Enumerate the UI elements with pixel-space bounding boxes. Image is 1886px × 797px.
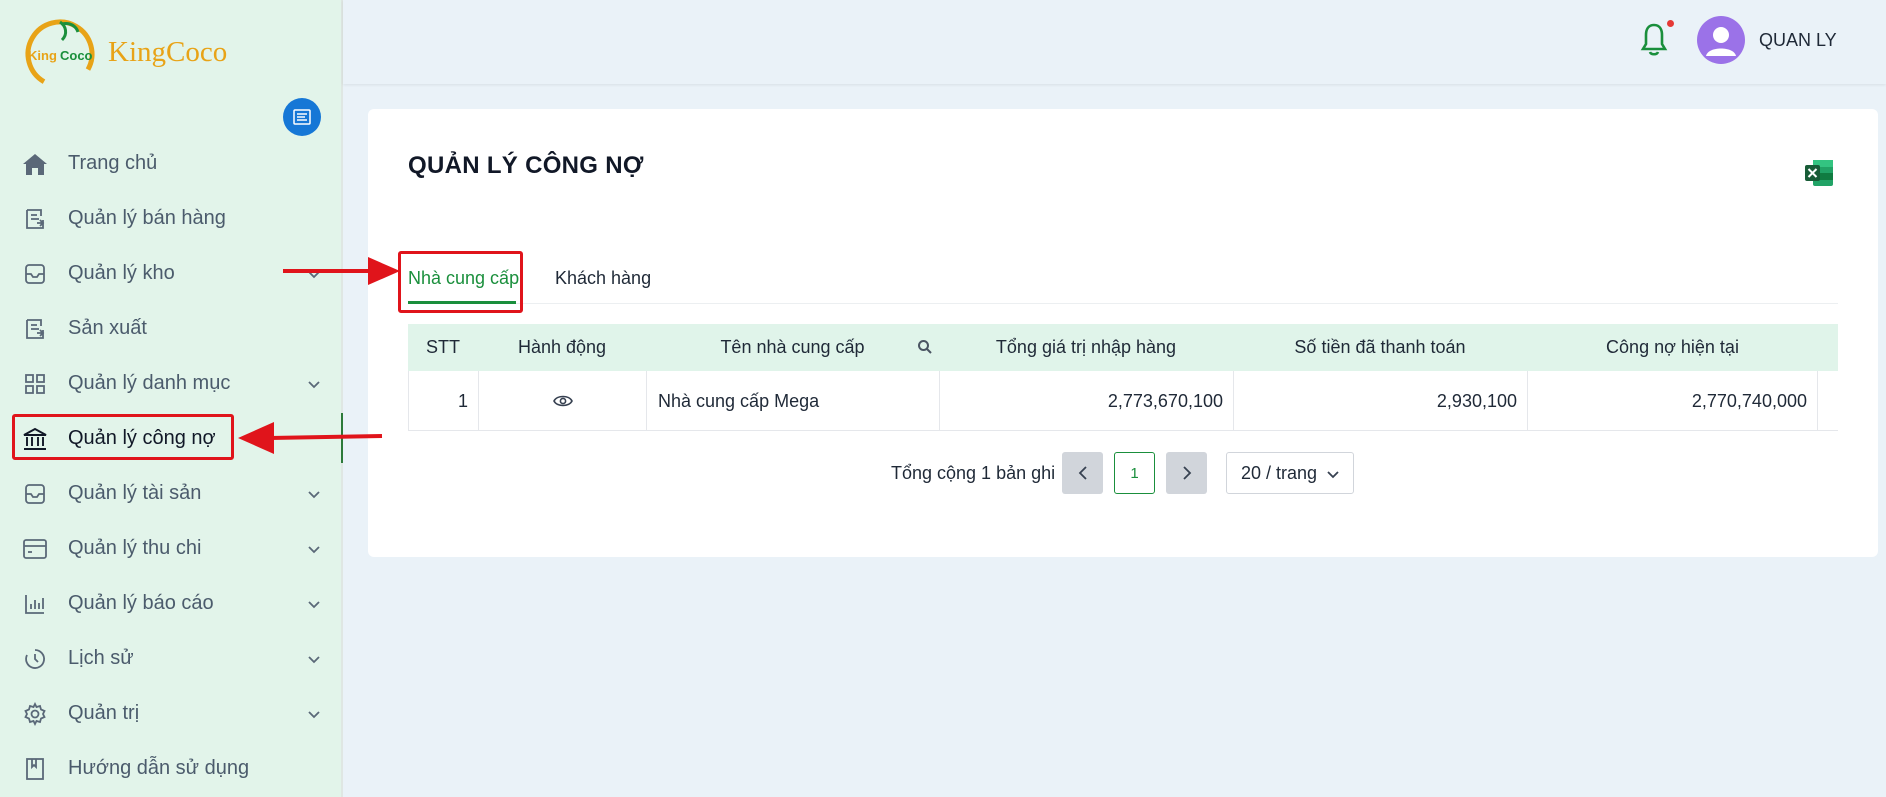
annotation-arrow-right <box>283 257 400 285</box>
wallet-icon <box>22 536 48 562</box>
column-header: STT <box>426 337 460 357</box>
sidebar-item-history[interactable]: Lịch sử <box>0 631 343 686</box>
sidebar: King Coco KingCoco Trang chủ Quản lý bán… <box>0 0 343 797</box>
sidebar-item-label: Quản lý kho <box>68 262 175 284</box>
chevron-down-icon <box>308 380 320 388</box>
column-header-label: Tên nhà cung cấp <box>720 337 865 357</box>
chevron-right-icon <box>1182 466 1191 480</box>
sidebar-item-label: Quản lý báo cáo <box>68 592 214 614</box>
sidebar-item-label: Trang chủ <box>68 152 158 174</box>
home-icon <box>22 151 48 177</box>
svg-text:King: King <box>28 48 57 63</box>
sidebar-item-production[interactable]: Sản xuất <box>0 301 343 356</box>
pagination: Tổng cộng 1 bản ghi 1 20 / trang <box>0 452 1886 494</box>
kingcoco-logo-mark: King Coco <box>22 14 98 90</box>
chevron-down-icon <box>308 710 320 718</box>
user-icon <box>1706 27 1736 56</box>
page-size-value: 20 / trang <box>1241 462 1318 483</box>
cell-current-debt: 2,770,740,000 <box>1527 371 1818 431</box>
book-icon <box>22 756 48 782</box>
sidebar-item-reports[interactable]: Quản lý báo cáo <box>0 576 343 631</box>
avatar[interactable] <box>1697 16 1745 64</box>
sidebar-item-label: Quản trị <box>68 702 140 724</box>
cell-actions <box>478 371 646 431</box>
sidebar-item-catalog[interactable]: Quản lý danh mục <box>0 356 343 411</box>
eye-icon[interactable] <box>552 394 573 408</box>
inbox-icon <box>22 261 48 287</box>
collapse-sidebar-button[interactable] <box>283 98 321 136</box>
tab-customers[interactable]: Khách hàng <box>555 268 651 289</box>
gear-icon <box>22 701 48 727</box>
sidebar-item-income-expense[interactable]: Quản lý thu chi <box>0 521 343 576</box>
total-records: Tổng cộng 1 bản ghi <box>891 463 1056 483</box>
cell-supplier-name: Nhà cung cấp Mega <box>646 371 939 431</box>
chevron-left-icon <box>1078 466 1087 480</box>
search-icon[interactable] <box>917 339 933 355</box>
bar-chart-icon <box>22 591 48 617</box>
receipt-icon <box>22 316 48 342</box>
table-row[interactable]: 1 Nhà cung cấp Mega 2,773,670,100 2,930,… <box>408 371 1838 431</box>
sidebar-item-label: Quản lý danh mục <box>68 372 231 394</box>
page-title: QUẢN LÝ CÔNG NỢ <box>408 152 644 179</box>
excel-export-icon[interactable] <box>1804 159 1834 187</box>
sidebar-item-sales[interactable]: Quản lý bán hàng <box>0 191 343 246</box>
chevron-down-icon <box>1327 471 1339 479</box>
sidebar-item-label: Sản xuất <box>68 317 147 339</box>
cell-stt: 1 <box>408 371 478 431</box>
sidebar-item-label: Hướng dẫn sử dụng <box>68 757 250 779</box>
chevron-down-icon <box>308 545 320 553</box>
highlight-box-menu <box>12 414 234 460</box>
bell-icon[interactable] <box>1640 22 1668 58</box>
column-header: Số tiền đã thanh toán <box>1294 337 1466 357</box>
grid-icon <box>22 371 48 397</box>
cell-total-import: 2,773,670,100 <box>939 371 1233 431</box>
table-header: STT Hành động Tên nhà cung cấp Tổng giá … <box>408 324 1838 371</box>
sidebar-item-label: Quản lý bán hàng <box>68 207 226 229</box>
chevron-down-icon <box>308 655 320 663</box>
receipt-icon <box>22 206 48 232</box>
page-size-select[interactable]: 20 / trang <box>1226 452 1354 494</box>
column-header: Hành động <box>517 337 607 357</box>
chevron-down-icon <box>308 600 320 608</box>
cell-paid: 2,930,100 <box>1233 371 1527 431</box>
highlight-box-tab <box>398 251 523 313</box>
brand-logo[interactable]: King Coco KingCoco <box>22 14 227 90</box>
page-number-button[interactable]: 1 <box>1114 452 1155 494</box>
prev-page-button[interactable] <box>1062 452 1103 494</box>
debt-table: STT Hành động Tên nhà cung cấp Tổng giá … <box>408 324 1838 431</box>
sidebar-item-admin[interactable]: Quản trị <box>0 686 343 741</box>
sidebar-item-label: Lịch sử <box>68 647 134 669</box>
history-icon <box>22 646 48 672</box>
svg-text:Coco: Coco <box>60 48 93 63</box>
username[interactable]: QUAN LY <box>1759 30 1837 51</box>
column-header-supplier-name: Tên nhà cung cấp <box>646 324 939 371</box>
annotation-arrow-left <box>238 422 383 454</box>
menu-fold-icon <box>293 109 311 125</box>
sidebar-item-label: Quản lý thu chi <box>68 537 202 559</box>
brand-name: KingCoco <box>108 35 228 68</box>
tab-bar: Nhà cung cấp Khách hàng <box>408 258 1838 304</box>
column-header: Tổng giá trị nhập hàng <box>995 337 1177 357</box>
next-page-button[interactable] <box>1166 452 1207 494</box>
sidebar-item-guide[interactable]: Hướng dẫn sử dụng <box>0 741 343 796</box>
sidebar-item-home[interactable]: Trang chủ <box>0 136 343 191</box>
notification-dot <box>1667 20 1674 27</box>
column-header: Công nợ hiện tại <box>1606 337 1739 357</box>
